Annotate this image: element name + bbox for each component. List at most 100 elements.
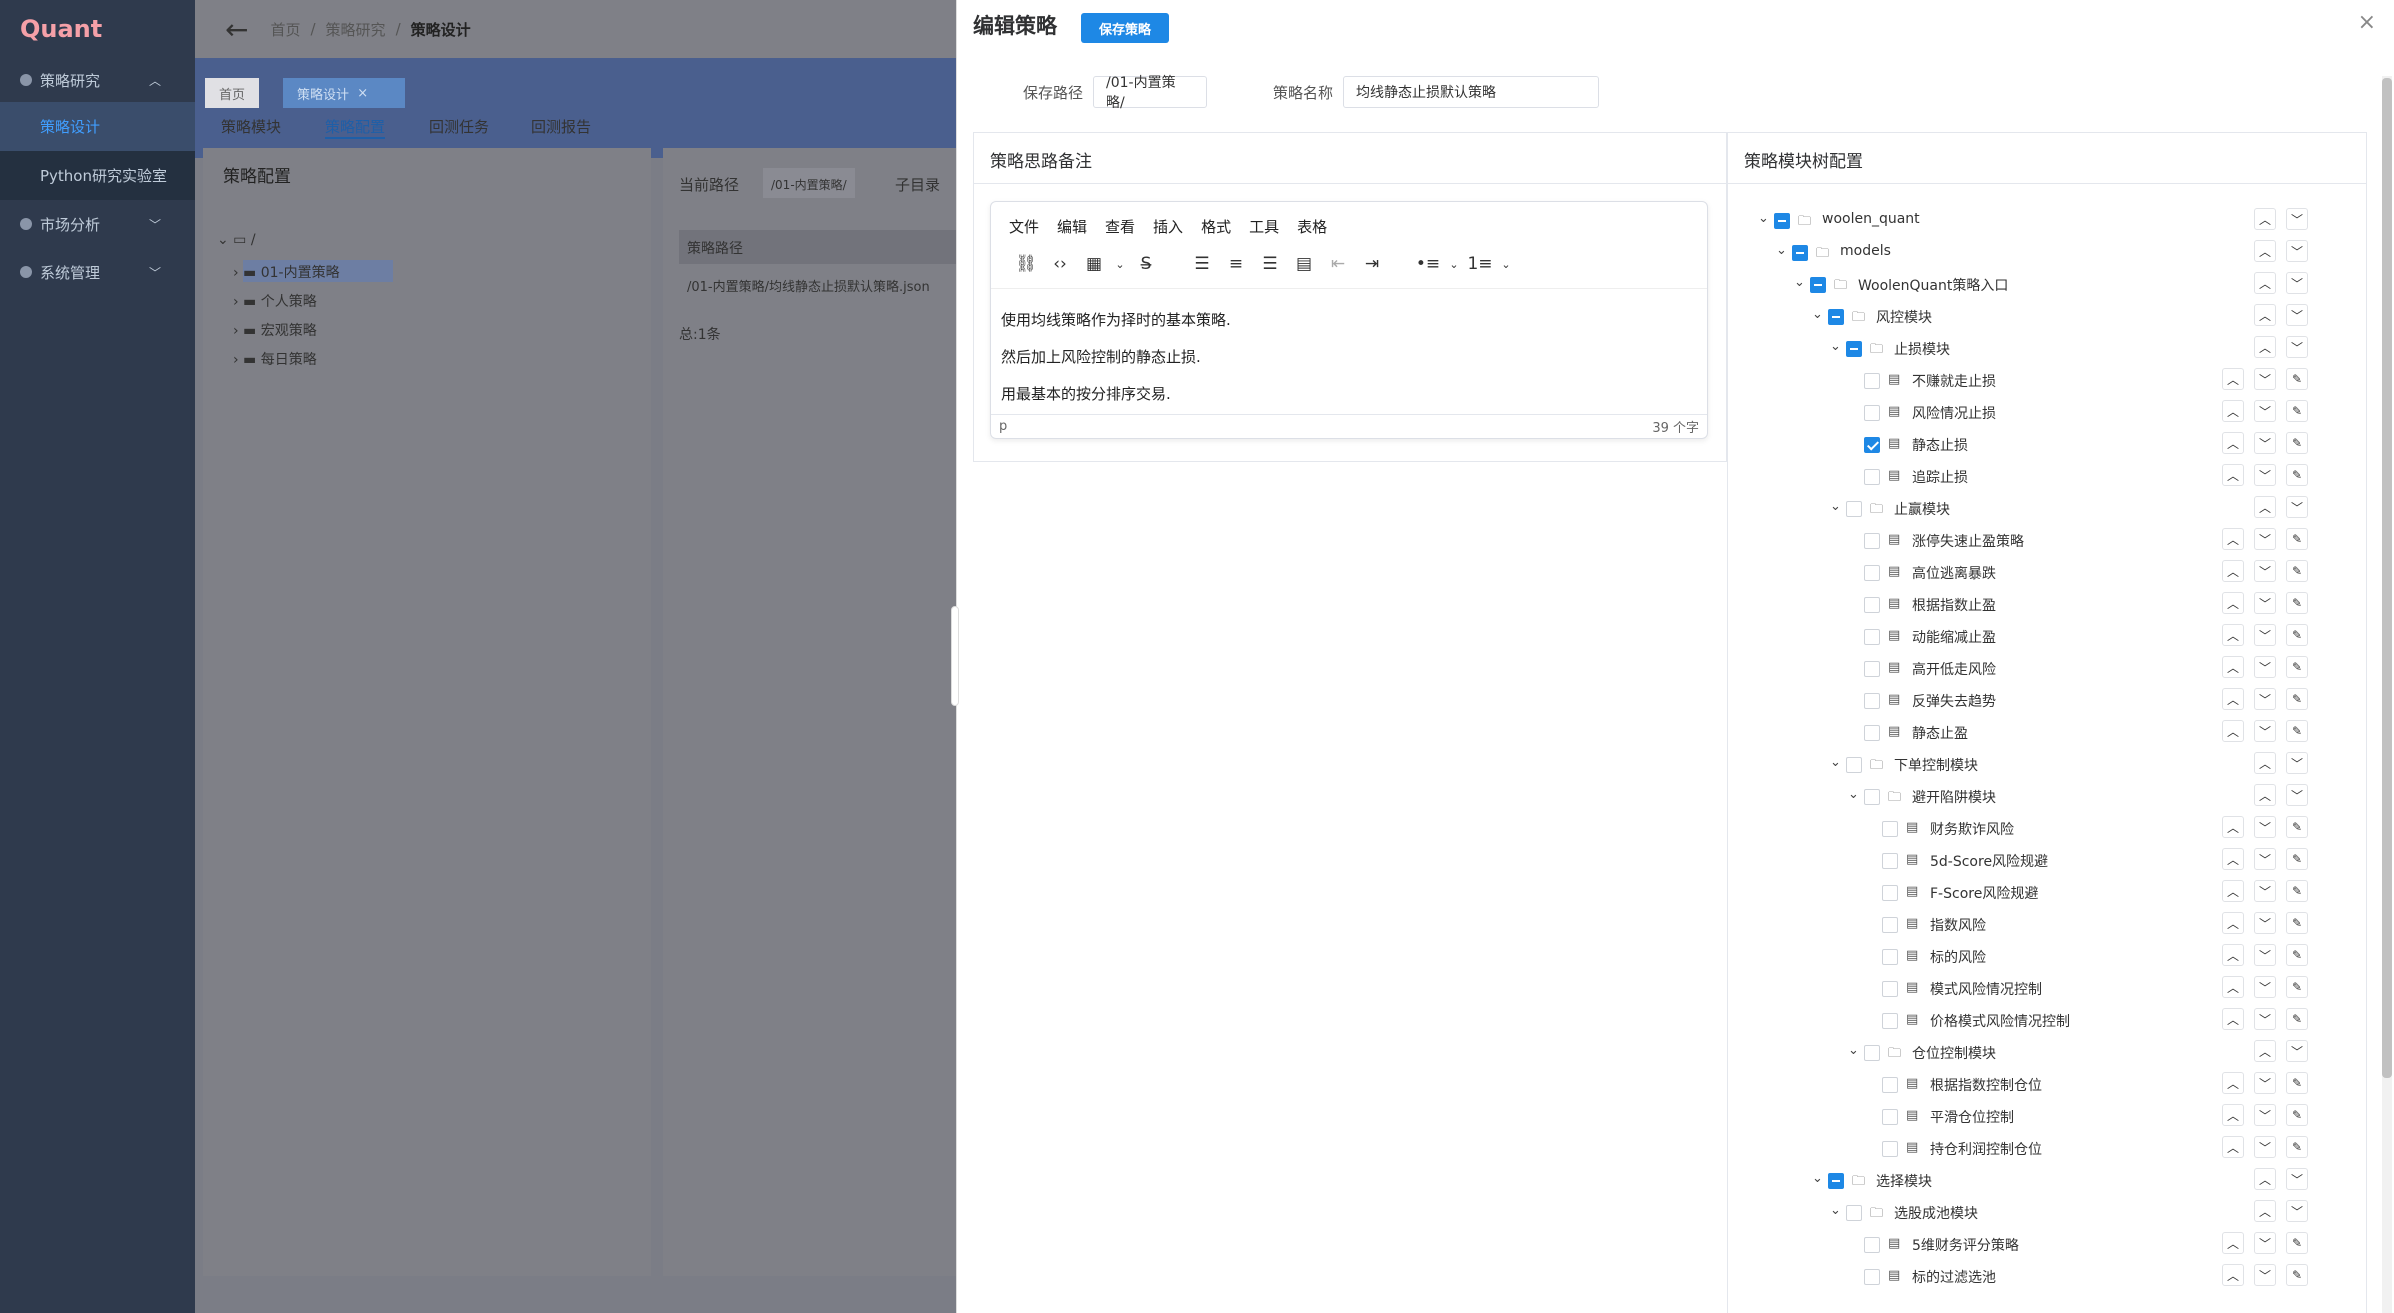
edit-icon[interactable]: ✎: [2286, 912, 2308, 934]
chevron-down-icon[interactable]: ⌄: [1445, 258, 1463, 271]
move-up-icon[interactable]: ︿: [2222, 1264, 2244, 1286]
move-up-icon[interactable]: ︿: [2222, 880, 2244, 902]
tree-node[interactable]: ▤ 标的过滤选池 ︿ ﹀ ✎: [1728, 1261, 2328, 1293]
tree-node[interactable]: ⌄ 🗀 避开陷阱模块 ︿ ﹀: [1728, 781, 2328, 813]
tree-checkbox[interactable]: [1864, 1045, 1880, 1061]
bullet-list-icon[interactable]: •≡: [1411, 254, 1445, 274]
edit-icon[interactable]: ✎: [2286, 848, 2308, 870]
tree-node[interactable]: ⌄ 🗀 woolen_quant ︿ ﹀: [1728, 205, 2328, 237]
move-down-icon[interactable]: ﹀: [2254, 368, 2276, 390]
move-up-icon[interactable]: ︿: [2254, 784, 2276, 806]
tab-strategy-module[interactable]: 策略模块: [221, 116, 281, 137]
nav-group-strategy-research[interactable]: 策略研究 ︿: [0, 58, 195, 102]
move-up-icon[interactable]: ︿: [2222, 944, 2244, 966]
tree-checkbox[interactable]: [1882, 1013, 1898, 1029]
tree-checkbox[interactable]: [1882, 981, 1898, 997]
move-down-icon[interactable]: ﹀: [2254, 432, 2276, 454]
edit-icon[interactable]: ✎: [2286, 1008, 2308, 1030]
tree-checkbox[interactable]: [1864, 789, 1880, 805]
move-up-icon[interactable]: ︿: [2222, 560, 2244, 582]
tree-checkbox[interactable]: [1864, 1237, 1880, 1253]
align-right-icon[interactable]: ☰: [1253, 254, 1287, 274]
tree-node[interactable]: ▤ 高位逃离暴跌 ︿ ﹀ ✎: [1728, 557, 2328, 589]
chevron-down-icon[interactable]: ⌄: [1812, 307, 1823, 322]
menu-view[interactable]: 查看: [1105, 216, 1135, 237]
tree-checkbox[interactable]: [1864, 661, 1880, 677]
move-down-icon[interactable]: ﹀: [2286, 208, 2308, 230]
edit-icon[interactable]: ✎: [2286, 1232, 2308, 1254]
tab-backtest-report[interactable]: 回测报告: [531, 116, 591, 137]
move-down-icon[interactable]: ﹀: [2254, 912, 2276, 934]
tree-root[interactable]: ⌄ ▭ /: [217, 232, 256, 248]
tree-node[interactable]: ▤ 反弹失去趋势 ︿ ﹀ ✎: [1728, 685, 2328, 717]
tree-checkbox[interactable]: [1882, 853, 1898, 869]
tree-node[interactable]: ▤ 价格模式风险情况控制 ︿ ﹀ ✎: [1728, 1005, 2328, 1037]
edit-icon[interactable]: ✎: [2286, 464, 2308, 486]
move-down-icon[interactable]: ﹀: [2254, 944, 2276, 966]
menu-tools[interactable]: 工具: [1249, 216, 1279, 237]
move-up-icon[interactable]: ︿: [2254, 752, 2276, 774]
tree-node[interactable]: ▤ 追踪止损 ︿ ﹀ ✎: [1728, 461, 2328, 493]
chevron-down-icon[interactable]: ⌄: [1812, 1171, 1823, 1186]
move-down-icon[interactable]: ﹀: [2254, 464, 2276, 486]
tree-node[interactable]: ▤ 财务欺诈风险 ︿ ﹀ ✎: [1728, 813, 2328, 845]
edit-icon[interactable]: ✎: [2286, 1264, 2308, 1286]
edit-icon[interactable]: ✎: [2286, 592, 2308, 614]
save-strategy-button[interactable]: 保存策略: [1081, 13, 1169, 43]
move-up-icon[interactable]: ︿: [2222, 592, 2244, 614]
tree-checkbox[interactable]: [1882, 1077, 1898, 1093]
tree-node[interactable]: ▤ 模式风险情况控制 ︿ ﹀ ✎: [1728, 973, 2328, 1005]
tag-strategy-design[interactable]: 策略设计 ×: [283, 78, 405, 108]
move-up-icon[interactable]: ︿: [2254, 272, 2276, 294]
move-down-icon[interactable]: ﹀: [2254, 816, 2276, 838]
move-down-icon[interactable]: ﹀: [2286, 1040, 2308, 1062]
current-path-input[interactable]: /01-内置策略/: [763, 168, 855, 198]
chevron-down-icon[interactable]: ⌄: [1830, 1203, 1841, 1218]
numbered-list-icon[interactable]: 1≡: [1463, 254, 1497, 274]
move-up-icon[interactable]: ︿: [2222, 624, 2244, 646]
chevron-down-icon[interactable]: ⌄: [1848, 1043, 1859, 1058]
chevron-down-icon[interactable]: ⌄: [1830, 339, 1841, 354]
move-down-icon[interactable]: ﹀: [2254, 656, 2276, 678]
tree-node[interactable]: ▤ 动能缩减止盈 ︿ ﹀ ✎: [1728, 621, 2328, 653]
edit-icon[interactable]: ✎: [2286, 1104, 2308, 1126]
tree-checkbox[interactable]: [1846, 1205, 1862, 1221]
close-icon[interactable]: ×: [357, 86, 368, 101]
tree-node[interactable]: ▤ 5维财务评分策略 ︿ ﹀ ✎: [1728, 1229, 2328, 1261]
indent-icon[interactable]: ⇥: [1355, 254, 1389, 274]
move-up-icon[interactable]: ︿: [2222, 400, 2244, 422]
link-icon[interactable]: ⛓: [1009, 254, 1043, 274]
move-down-icon[interactable]: ﹀: [2254, 1264, 2276, 1286]
move-up-icon[interactable]: ︿: [2222, 1072, 2244, 1094]
move-down-icon[interactable]: ﹀: [2254, 1072, 2276, 1094]
tree-node[interactable]: ▤ 指数风险 ︿ ﹀ ✎: [1728, 909, 2328, 941]
chevron-down-icon[interactable]: ⌄: [1830, 499, 1841, 514]
edit-icon[interactable]: ✎: [2286, 1072, 2308, 1094]
edit-icon[interactable]: ✎: [2286, 528, 2308, 550]
edit-icon[interactable]: ✎: [2286, 432, 2308, 454]
tree-node[interactable]: ▤ 平滑仓位控制 ︿ ﹀ ✎: [1728, 1101, 2328, 1133]
menu-insert[interactable]: 插入: [1153, 216, 1183, 237]
strategy-name-input[interactable]: 均线静态止损默认策略: [1343, 76, 1599, 108]
move-down-icon[interactable]: ﹀: [2254, 848, 2276, 870]
tree-checkbox[interactable]: [1864, 725, 1880, 741]
tree-checkbox[interactable]: [1864, 533, 1880, 549]
chevron-down-icon[interactable]: ⌄: [1497, 258, 1515, 271]
breadcrumb-research[interactable]: 策略研究: [326, 19, 386, 40]
chevron-down-icon[interactable]: ⌄: [1830, 755, 1841, 770]
scrollbar-thumb[interactable]: [2382, 78, 2392, 1078]
move-up-icon[interactable]: ︿: [2222, 528, 2244, 550]
tree-checkbox[interactable]: [1828, 1173, 1844, 1189]
move-up-icon[interactable]: ︿: [2254, 1200, 2276, 1222]
align-left-icon[interactable]: ☰: [1185, 254, 1219, 274]
code-icon[interactable]: ‹›: [1043, 254, 1077, 274]
back-arrow-icon[interactable]: ←: [225, 13, 248, 46]
tree-node[interactable]: ▤ F-Score风险规避 ︿ ﹀ ✎: [1728, 877, 2328, 909]
edit-icon[interactable]: ✎: [2286, 976, 2308, 998]
table-icon[interactable]: ▦: [1077, 254, 1111, 274]
move-down-icon[interactable]: ﹀: [2286, 496, 2308, 518]
move-down-icon[interactable]: ﹀: [2286, 304, 2308, 326]
menu-edit[interactable]: 编辑: [1057, 216, 1087, 237]
table-row[interactable]: /01-内置策略/均线静态止损默认策略.json: [687, 276, 930, 295]
move-up-icon[interactable]: ︿: [2254, 240, 2276, 262]
